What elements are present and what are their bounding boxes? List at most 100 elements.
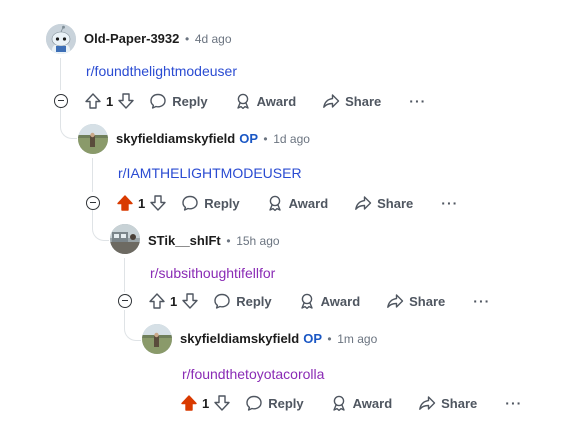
award-button[interactable]: Award <box>330 394 393 412</box>
reply-button[interactable]: Reply <box>149 92 208 110</box>
more-options-button[interactable]: ··· <box>441 195 458 211</box>
upvote-button[interactable] <box>116 194 134 212</box>
timestamp[interactable]: 1m ago <box>337 332 377 346</box>
upvote-button[interactable] <box>148 292 166 310</box>
reply-label: Reply <box>268 395 304 411</box>
downvote-button[interactable] <box>213 394 231 412</box>
profile-photo-icon <box>110 224 140 254</box>
downvote-button[interactable] <box>181 292 199 310</box>
username[interactable]: Old-Paper-3932 <box>84 31 179 46</box>
downvote-arrow-icon <box>150 195 166 211</box>
avatar[interactable] <box>46 24 76 54</box>
reply-button[interactable]: Reply <box>213 292 272 310</box>
share-button[interactable]: Share <box>322 92 381 110</box>
more-options-button[interactable]: ··· <box>473 293 490 309</box>
timestamp[interactable]: 15h ago <box>236 234 279 248</box>
comment-body-link[interactable]: r/subsithoughtifellfor <box>150 265 275 281</box>
comment-body-link[interactable]: r/foundthetoyotacorolla <box>182 366 324 382</box>
share-arrow-icon <box>419 396 436 410</box>
upvote-arrow-icon <box>117 195 133 211</box>
thread-connector <box>60 108 77 139</box>
snoo-avatar-icon <box>46 24 76 54</box>
award-label: Award <box>352 395 393 411</box>
profile-photo-icon <box>142 324 172 354</box>
award-label: Award <box>288 195 329 211</box>
downvote-button[interactable] <box>117 92 135 110</box>
reply-bubble-icon <box>150 93 166 109</box>
reply-button[interactable]: Reply <box>181 194 240 212</box>
reply-label: Reply <box>172 93 208 109</box>
collapse-thread-button[interactable] <box>86 196 100 210</box>
comment-body-link[interactable]: r/IAMTHELIGHTMODEUSER <box>118 165 302 181</box>
avatar[interactable] <box>142 324 172 354</box>
downvote-button[interactable] <box>149 194 167 212</box>
collapse-thread-button[interactable] <box>54 94 68 108</box>
reply-bubble-icon <box>246 395 262 411</box>
profile-photo-icon <box>78 124 108 154</box>
comment-header: STik__shIFt • 15h ago <box>148 233 280 248</box>
award-icon <box>332 395 345 412</box>
username[interactable]: STik__shIFt <box>148 233 221 248</box>
comment-body-link[interactable]: r/foundthelightmodeuser <box>86 63 237 79</box>
thread-line <box>92 158 93 192</box>
share-button[interactable]: Share <box>418 394 477 412</box>
share-label: Share <box>377 195 414 211</box>
upvote-button[interactable] <box>180 394 198 412</box>
award-button[interactable]: Award <box>234 92 297 110</box>
separator-dot: • <box>327 332 332 346</box>
comment-actions: 1 Reply Award Share ··· <box>180 391 522 415</box>
award-label: Award <box>256 93 297 109</box>
comment-actions: 1 Reply Award Share ··· <box>148 289 490 313</box>
vote-count: 1 <box>202 395 210 411</box>
reply-bubble-icon <box>214 293 230 309</box>
separator-dot: • <box>226 234 231 248</box>
downvote-arrow-icon <box>182 293 198 309</box>
upvote-arrow-icon <box>149 293 165 309</box>
collapse-thread-button[interactable] <box>118 294 132 308</box>
op-badge: OP <box>303 331 322 346</box>
award-icon <box>300 293 313 310</box>
vote-count: 1 <box>138 195 146 211</box>
thread-line <box>60 58 61 90</box>
upvote-arrow-icon <box>181 395 197 411</box>
vote-count: 1 <box>106 93 114 109</box>
reply-button[interactable]: Reply <box>245 394 304 412</box>
award-button[interactable]: Award <box>266 194 329 212</box>
reply-label: Reply <box>204 195 240 211</box>
share-button[interactable]: Share <box>386 292 445 310</box>
separator-dot: • <box>263 132 268 146</box>
share-arrow-icon <box>355 196 372 210</box>
timestamp[interactable]: 1d ago <box>273 132 310 146</box>
share-arrow-icon <box>323 94 340 108</box>
upvote-button[interactable] <box>84 92 102 110</box>
username[interactable]: skyfieldiamskyfield <box>116 131 235 146</box>
reply-bubble-icon <box>182 195 198 211</box>
thread-connector <box>92 210 109 241</box>
more-options-button[interactable]: ··· <box>409 93 426 109</box>
award-icon <box>236 93 249 110</box>
comment-header: skyfieldiamskyfield OP • 1m ago <box>180 331 377 346</box>
share-button[interactable]: Share <box>354 194 413 212</box>
comment-actions: 1 Reply Award Share ··· <box>84 89 426 113</box>
share-arrow-icon <box>387 294 404 308</box>
more-options-button[interactable]: ··· <box>505 395 522 411</box>
avatar[interactable] <box>78 124 108 154</box>
award-icon <box>268 195 281 212</box>
thread-line <box>124 258 125 292</box>
comment-header: skyfieldiamskyfield OP • 1d ago <box>116 131 310 146</box>
share-label: Share <box>441 395 478 411</box>
award-label: Award <box>320 293 361 309</box>
username[interactable]: skyfieldiamskyfield <box>180 331 299 346</box>
separator-dot: • <box>185 32 190 46</box>
award-button[interactable]: Award <box>298 292 361 310</box>
share-label: Share <box>409 293 446 309</box>
upvote-arrow-icon <box>85 93 101 109</box>
vote-count: 1 <box>170 293 178 309</box>
downvote-arrow-icon <box>214 395 230 411</box>
share-label: Share <box>345 93 382 109</box>
reply-label: Reply <box>236 293 272 309</box>
avatar[interactable] <box>110 224 140 254</box>
timestamp[interactable]: 4d ago <box>195 32 232 46</box>
comment-header: Old-Paper-3932 • 4d ago <box>84 31 232 46</box>
downvote-arrow-icon <box>118 93 134 109</box>
